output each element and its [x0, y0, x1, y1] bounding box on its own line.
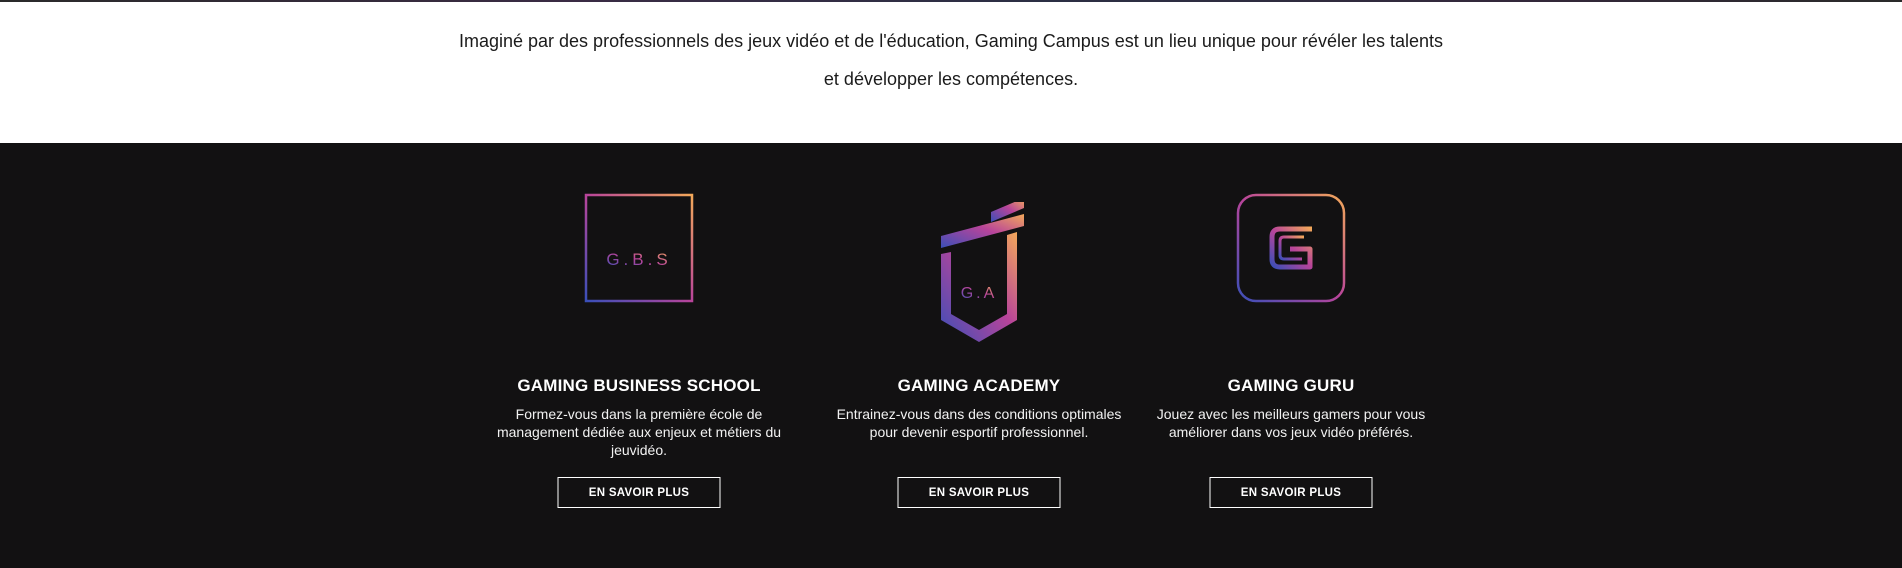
ga-logo-text: G.A [961, 285, 998, 302]
gbs-logo-text: G.B.S [606, 250, 671, 269]
card-title: GAMING BUSINESS SCHOOL [517, 376, 761, 395]
intro-text: Imaginé par des professionnels des jeux … [458, 30, 1443, 89]
card-title: GAMING ACADEMY [897, 376, 1061, 395]
ga-shield-logo: G.A [941, 202, 1024, 342]
en-savoir-plus-button[interactable]: EN SAVOIR PLUS [557, 477, 721, 508]
card-description: Entrainez-vous dans des conditions optim… [836, 406, 1122, 440]
card-title: GAMING GURU [1227, 376, 1355, 395]
intro-section: Imaginé par des professionnels des jeux … [0, 2, 1902, 143]
card-description: Jouez avec les meilleurs gamers pour vou… [1156, 406, 1426, 440]
schools-section: G.B.S GAMING BUSINESS SCHOOL Formez-vous… [0, 143, 1902, 568]
gbs-logo: G.B.S [584, 193, 694, 303]
en-savoir-plus-button[interactable]: EN SAVOIR PLUS [897, 477, 1061, 508]
en-savoir-plus-button[interactable]: EN SAVOIR PLUS [1209, 477, 1373, 508]
card-description: Formez-vous dans la première école de ma… [496, 406, 782, 458]
guru-logo [1236, 193, 1346, 303]
